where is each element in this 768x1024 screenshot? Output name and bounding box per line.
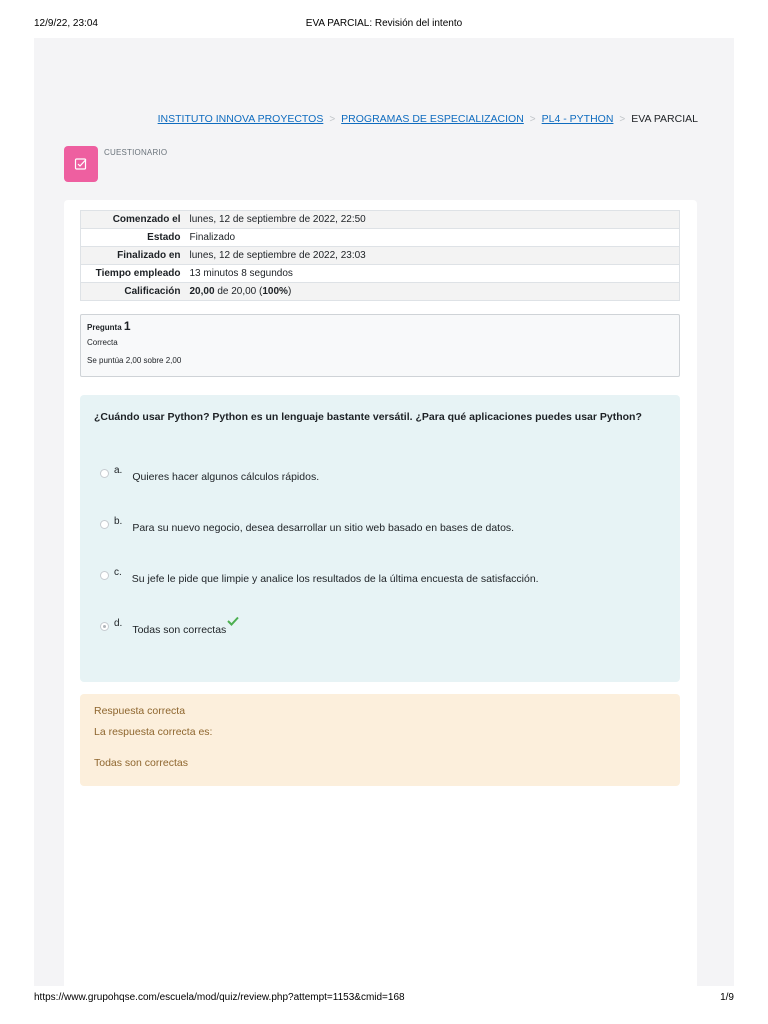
option-text: Su jefe le pide que limpie y analice los… [131,573,539,585]
print-document-title: EVA PARCIAL: Revisión del intento [305,18,463,29]
table-row: Estado Finalizado [80,229,680,247]
breadcrumb-link-institute[interactable]: INSTITUTO INNOVA PROYECTOS [158,113,324,125]
breadcrumb-link-programs[interactable]: PROGRAMAS DE ESPECIALIZACION [341,113,524,125]
summary-label: Comenzado el [112,214,181,225]
page-frame: INSTITUTO INNOVA PROYECTOS > PROGRAMAS D… [34,38,734,1000]
option-text: Para su nuevo negocio, desea desarrollar… [132,522,515,534]
breadcrumb-separator-icon: > [329,113,336,125]
radio-button[interactable] [100,469,109,478]
attempt-summary-table: Comenzado el lunes, 12 de septiembre de … [80,210,680,301]
table-row: Finalizado en lunes, 12 de septiembre de… [80,246,680,265]
question-label: Pregunta [87,323,122,332]
answer-option-d[interactable]: d. Todas son correctas [100,616,240,636]
breadcrumb-current: EVA PARCIAL [631,113,698,125]
print-footer: https://www.grupohqse.com/escuela/mod/qu… [34,992,734,1006]
answer-option-a[interactable]: a. Quieres hacer algunos cálculos rápido… [100,465,320,483]
option-text: Quieres hacer algunos cálculos rápidos. [132,471,320,483]
activity-type-label: CUESTIONARIO [104,148,168,157]
grade-score: 20,00 [189,286,215,297]
print-url: https://www.grupohqse.com/escuela/mod/qu… [34,992,405,1003]
question-grade: Se puntúa 2,00 sobre 2,00 [87,356,182,365]
top-navbar [34,38,734,88]
question-number-value: 1 [123,319,131,333]
grade-of: de 20,00 ( [217,286,263,297]
answer-option-c[interactable]: c. Su jefe le pide que limpie y analice … [100,567,539,585]
grade-value: 20,00 de 20,00 (100%) [185,283,680,301]
question-info-box: Pregunta 1 Correcta Se puntúa 2,00 sobre… [80,314,680,377]
feedback-intro: La respuesta correcta es: [94,726,213,738]
question-number: Pregunta 1 [87,319,673,333]
quiz-icon [64,146,98,182]
print-page-counter: 1/9 [720,992,734,1003]
grade-close: ) [287,286,292,297]
option-letter: c. [114,567,122,578]
table-row: Calificación 20,00 de 20,00 (100%) [80,282,680,301]
breadcrumb: INSTITUTO INNOVA PROYECTOS > PROGRAMAS D… [158,113,698,125]
question-state: Correcta [87,338,118,347]
feedback-status: Respuesta correcta [94,705,186,717]
question-text: ¿Cuándo usar Python? Python es un lengua… [94,411,642,423]
radio-button[interactable] [100,520,109,529]
breadcrumb-link-course[interactable]: PL4 - PYTHON [542,113,614,125]
question-formulation: ¿Cuándo usar Python? Python es un lengua… [80,395,680,682]
feedback-correct-answer: Todas son correctas [94,757,188,769]
main-content-card: Comenzado el lunes, 12 de septiembre de … [64,200,697,1000]
table-row: Tiempo empleado 13 minutos 8 segundos [80,265,680,283]
summary-label: Finalizado en [117,250,181,261]
option-text: Todas son correctas [132,624,227,636]
option-letter: a. [114,465,123,476]
option-letter: b. [114,516,123,527]
summary-value: lunes, 12 de septiembre de 2022, 23:03 [189,250,366,261]
summary-value: Finalizado [189,232,236,243]
table-row: Comenzado el lunes, 12 de septiembre de … [80,210,680,229]
option-letter: d. [114,618,123,629]
grade-percent: 100% [262,286,288,297]
summary-label: Tiempo empleado [95,268,181,279]
radio-button[interactable] [100,571,109,580]
grade-label: Calificación [124,286,181,297]
print-header: 12/9/22, 23:04 EVA PARCIAL: Revisión del… [34,18,734,32]
answer-option-b[interactable]: b. Para su nuevo negocio, desea desarrol… [100,516,515,534]
radio-button-selected[interactable] [100,622,109,631]
answer-feedback: Respuesta correcta La respuesta correcta… [80,694,680,786]
summary-value: lunes, 12 de septiembre de 2022, 22:50 [189,214,366,225]
summary-value: 13 minutos 8 segundos [189,268,293,279]
breadcrumb-separator-icon: > [619,113,626,125]
summary-label: Estado [147,232,181,243]
check-icon [227,616,240,629]
breadcrumb-separator-icon: > [529,113,536,125]
